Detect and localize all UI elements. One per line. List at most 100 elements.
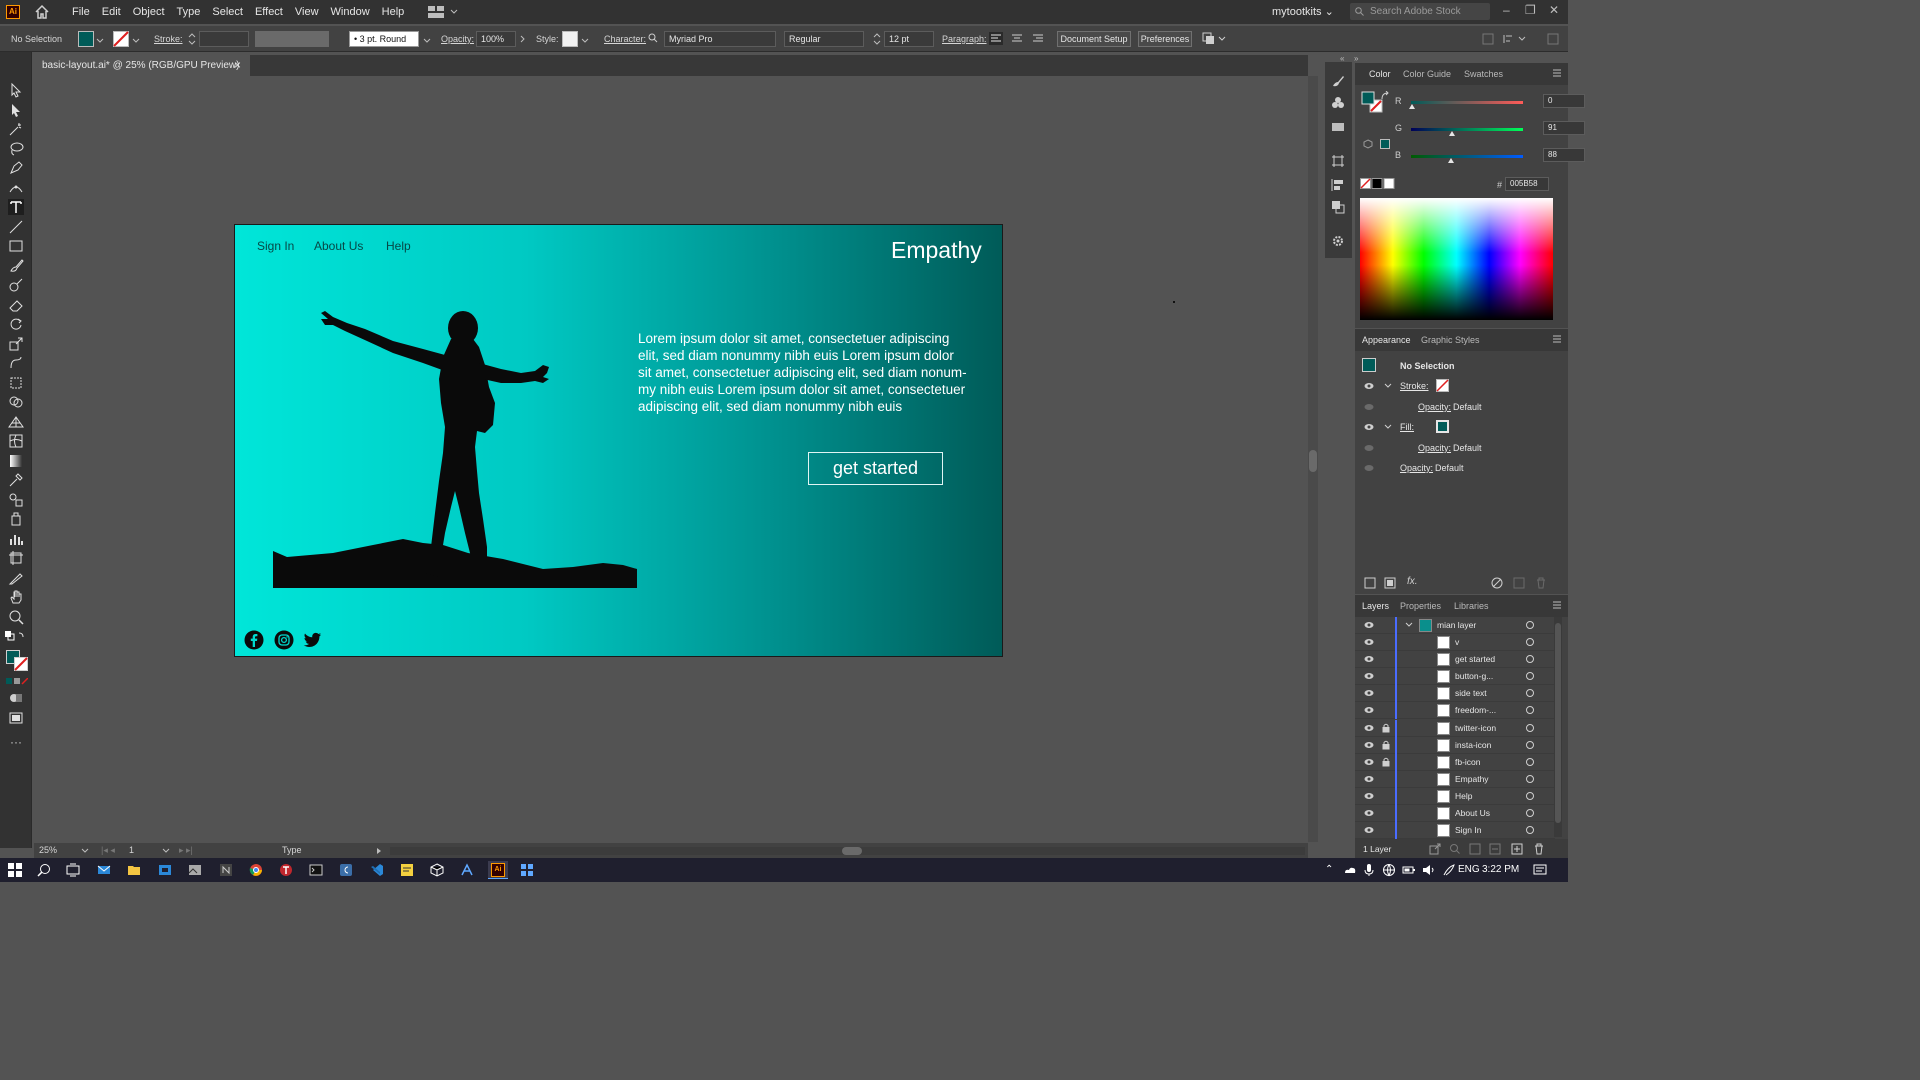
artboard-nav-first-prev-icon[interactable]: |◂ ◂ xyxy=(101,845,115,856)
layer-target-icon[interactable] xyxy=(1526,689,1534,698)
restore-icon[interactable]: ❐ xyxy=(1525,3,1536,17)
layer-name[interactable]: insta-icon xyxy=(1455,740,1491,750)
red-value[interactable]: 0 xyxy=(1543,94,1585,108)
eraser-tool-icon[interactable] xyxy=(8,297,24,313)
fill-label[interactable]: Fill: xyxy=(1400,422,1414,432)
opacity-label[interactable]: Opacity: xyxy=(1400,463,1433,473)
windows-start-icon[interactable] xyxy=(8,863,22,877)
layer-target-icon[interactable] xyxy=(1526,723,1534,732)
symbol-sprayer-tool-icon[interactable] xyxy=(8,511,24,527)
hex-value-field[interactable]: 005B58 xyxy=(1505,177,1549,191)
rotate-tool-icon[interactable] xyxy=(8,316,24,332)
layer-target-icon[interactable] xyxy=(1526,826,1534,835)
magic-wand-tool-icon[interactable] xyxy=(8,121,24,137)
eye-icon[interactable] xyxy=(1364,672,1374,680)
chevron-right-icon[interactable] xyxy=(520,35,526,43)
add-new-effect-icon[interactable]: fx. xyxy=(1407,576,1418,587)
draw-mode-icon[interactable] xyxy=(8,690,24,706)
preferences-button[interactable]: Preferences xyxy=(1138,31,1192,47)
perspective-grid-tool-icon[interactable] xyxy=(8,414,24,430)
layer-target-icon[interactable] xyxy=(1526,638,1534,646)
eye-icon[interactable] xyxy=(1364,382,1374,390)
chevron-down-icon[interactable] xyxy=(81,848,89,854)
menu-select[interactable]: Select xyxy=(206,6,249,18)
artboard-tool-icon[interactable] xyxy=(8,550,24,566)
eye-icon[interactable] xyxy=(1364,775,1374,783)
column-graph-tool-icon[interactable] xyxy=(8,531,24,547)
nav-help[interactable]: Help xyxy=(386,239,411,253)
language-indicator[interactable]: ENG xyxy=(1458,864,1480,875)
stepper-icon[interactable] xyxy=(873,32,881,46)
app-grid-icon[interactable] xyxy=(520,863,534,877)
instagram-icon[interactable] xyxy=(274,630,294,650)
horizontal-scrollbar[interactable] xyxy=(390,847,1305,855)
menu-object[interactable]: Object xyxy=(127,6,171,18)
pen-workspace-icon[interactable] xyxy=(1442,863,1456,877)
opacity-label[interactable]: Opacity: xyxy=(1418,443,1451,453)
layer-name[interactable]: Empathy xyxy=(1455,774,1489,784)
character-label[interactable]: Character: xyxy=(604,34,646,44)
facebook-icon[interactable] xyxy=(244,630,264,650)
layer-name[interactable]: v xyxy=(1455,637,1459,647)
font-size-field[interactable]: 12 pt xyxy=(884,31,934,47)
clock[interactable]: 3:22 PM xyxy=(1482,864,1519,875)
nav-about-us[interactable]: About Us xyxy=(314,239,363,253)
fill-swatch[interactable] xyxy=(78,31,94,47)
freedom-silhouette-image[interactable] xyxy=(273,307,639,589)
menu-type[interactable]: Type xyxy=(171,6,207,18)
brushes-icon[interactable] xyxy=(1331,74,1345,88)
menu-view[interactable]: View xyxy=(289,6,325,18)
lock-icon[interactable] xyxy=(1382,740,1390,750)
eye-icon[interactable] xyxy=(1364,706,1374,714)
stroke-color-box[interactable] xyxy=(14,657,28,671)
layer-row[interactable]: insta-icon xyxy=(1355,736,1555,754)
hand-tool-icon[interactable] xyxy=(8,589,24,605)
shaper-tool-icon[interactable] xyxy=(8,277,24,293)
gradient-tool-icon[interactable] xyxy=(8,453,24,469)
battery-icon[interactable] xyxy=(1402,863,1416,877)
layer-row[interactable]: Help xyxy=(1355,787,1555,805)
blue-track[interactable] xyxy=(1411,155,1523,158)
chevron-down-icon[interactable] xyxy=(1384,383,1392,389)
tab-appearance[interactable]: Appearance xyxy=(1362,335,1411,345)
tab-layers[interactable]: Layers xyxy=(1362,601,1389,611)
opacity-label[interactable]: Opacity: xyxy=(1418,402,1451,412)
minimize-icon[interactable]: – xyxy=(1503,3,1510,17)
layer-target-icon[interactable] xyxy=(1526,706,1534,715)
out-of-gamut-icon[interactable] xyxy=(1363,139,1373,149)
stepper-icon[interactable] xyxy=(188,32,196,46)
eye-icon[interactable] xyxy=(1364,809,1374,817)
appearance-stroke-opacity-row[interactable]: Opacity: Default xyxy=(1355,397,1568,417)
tab-color-guide[interactable]: Color Guide xyxy=(1403,69,1451,79)
appearance-fill-row[interactable]: Fill: xyxy=(1355,417,1568,437)
layer-name[interactable]: twitter-icon xyxy=(1455,723,1496,733)
artboard-number[interactable]: 1 xyxy=(129,845,134,855)
tab-color[interactable]: Color xyxy=(1369,69,1391,79)
layer-row[interactable]: fb-icon xyxy=(1355,753,1555,771)
layer-target-icon[interactable] xyxy=(1526,791,1534,800)
layer-row[interactable]: freedom-... xyxy=(1355,702,1555,720)
layer-name[interactable]: button-g... xyxy=(1455,671,1493,681)
brand-title[interactable]: Empathy xyxy=(891,237,982,264)
chevron-down-icon[interactable] xyxy=(132,38,140,44)
collapse-dock-icon[interactable]: « xyxy=(1340,54,1344,63)
new-layer-icon[interactable] xyxy=(1511,843,1523,855)
paragraph-label[interactable]: Paragraph: xyxy=(942,34,987,44)
transform-panel-icon[interactable] xyxy=(1331,154,1345,168)
lock-icon[interactable] xyxy=(1382,757,1390,767)
layer-name[interactable]: side text xyxy=(1455,688,1487,698)
app-t-icon[interactable] xyxy=(279,863,293,877)
panel-menu-icon[interactable] xyxy=(1552,600,1562,610)
layer-name[interactable]: get started xyxy=(1455,654,1495,664)
stroke-none-swatch[interactable] xyxy=(113,31,129,47)
slider-thumb-icon[interactable] xyxy=(1409,104,1415,109)
zoom-tool-icon[interactable] xyxy=(8,609,24,625)
eye-icon[interactable] xyxy=(1364,655,1374,663)
layer-row[interactable]: button-g... xyxy=(1355,668,1555,686)
document-setup-button[interactable]: Document Setup xyxy=(1057,31,1131,47)
scale-tool-icon[interactable] xyxy=(8,336,24,352)
align-center-icon[interactable] xyxy=(1010,32,1024,45)
layers-scroll-thumb[interactable] xyxy=(1555,623,1561,823)
chevron-down-icon[interactable] xyxy=(1384,424,1392,430)
close-tab-icon[interactable]: × xyxy=(234,55,241,76)
